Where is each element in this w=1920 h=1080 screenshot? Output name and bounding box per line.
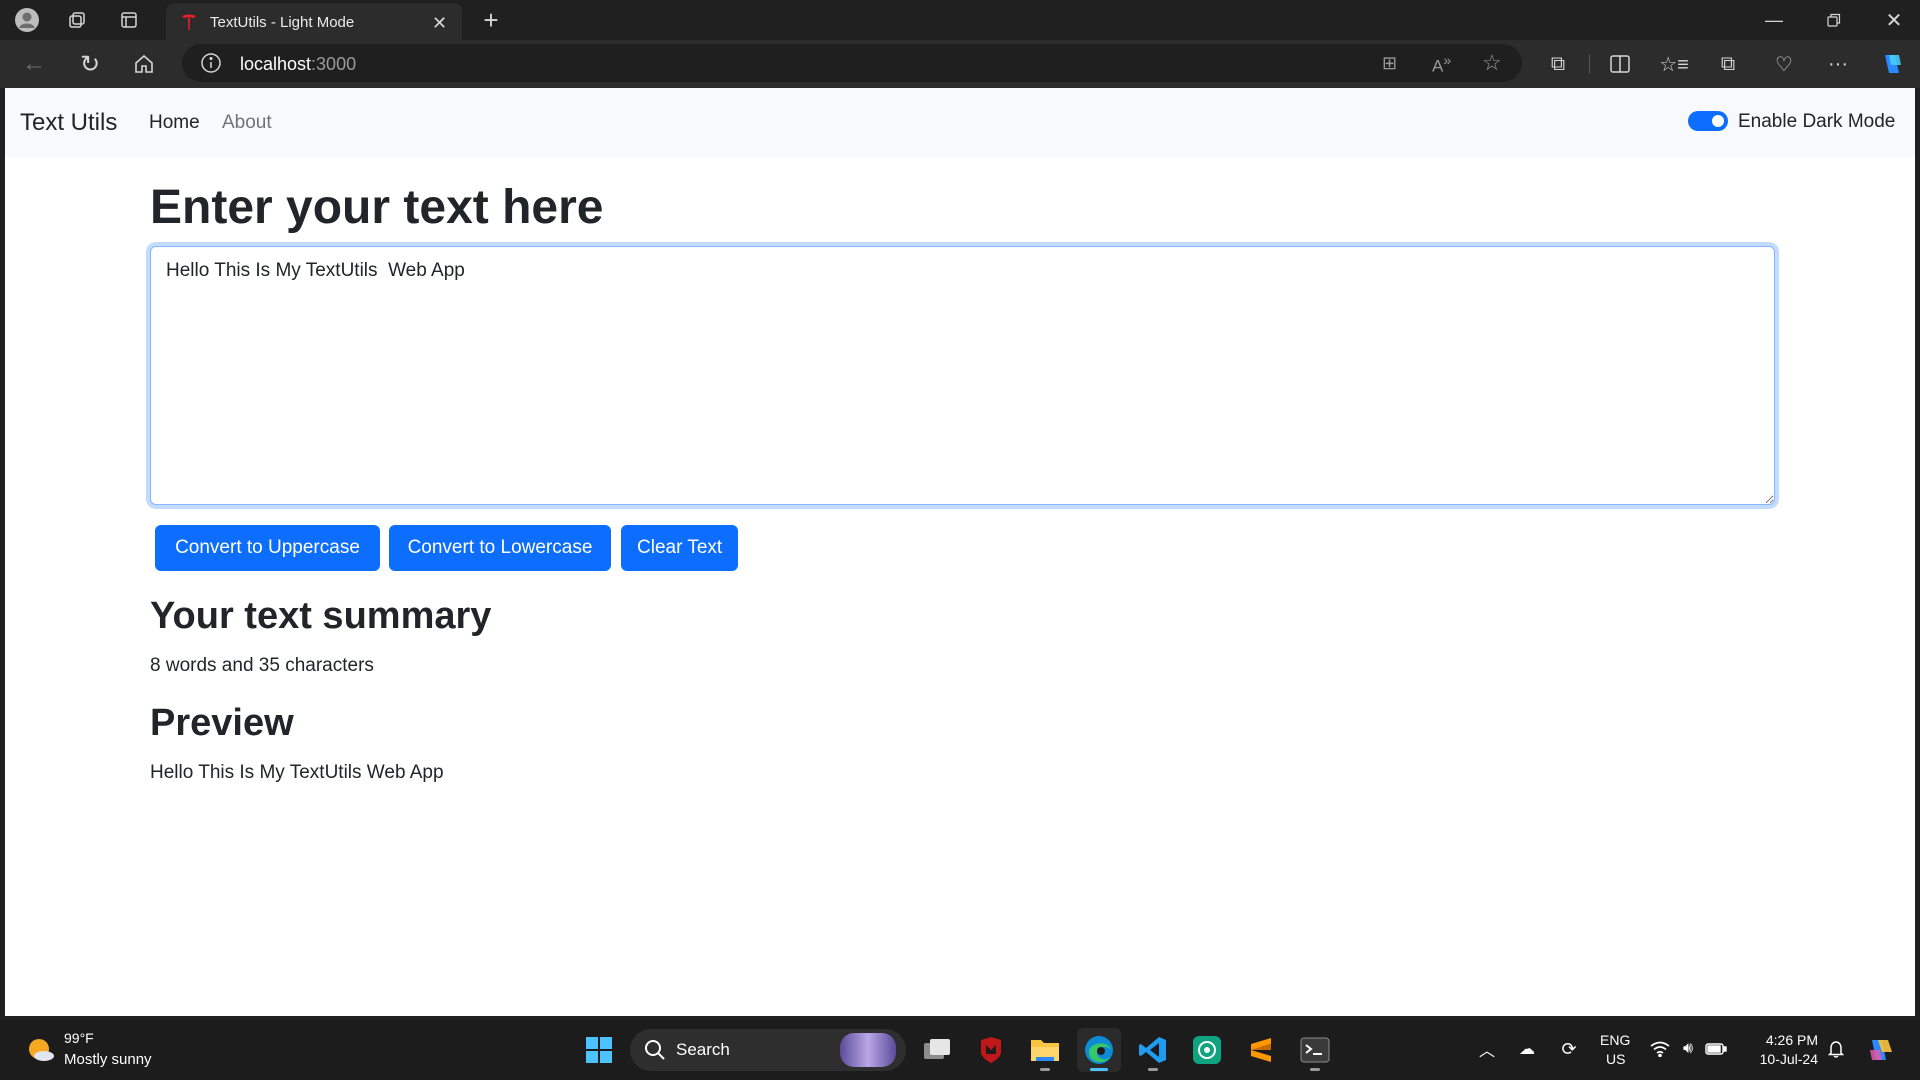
collections-icon[interactable]: ⧉	[1712, 48, 1744, 80]
wifi-icon[interactable]	[1648, 1038, 1672, 1060]
dark-mode-label[interactable]: Enable Dark Mode	[1738, 111, 1895, 133]
vscode-icon[interactable]	[1131, 1028, 1175, 1072]
search-icon	[644, 1039, 666, 1066]
address-bar[interactable]: localhost:3000 ⊞ A» ☆	[182, 44, 1522, 82]
active-app-indicator	[1090, 1068, 1108, 1071]
sublime-icon[interactable]	[1239, 1028, 1283, 1072]
favorite-star-icon[interactable]: ☆	[1482, 50, 1502, 76]
favorites-icon[interactable]: ☆≡	[1658, 48, 1690, 80]
nav-link-home[interactable]: Home	[149, 112, 200, 134]
file-explorer-icon[interactable]	[1023, 1028, 1067, 1072]
terminal-icon[interactable]	[1293, 1028, 1337, 1072]
browser-essentials-icon[interactable]: ♡	[1768, 48, 1800, 80]
language-code: ENG	[1600, 1032, 1631, 1048]
dark-mode-toggle[interactable]	[1688, 111, 1728, 131]
browser-tab-bar: TextUtils - Light Mode ✕ + — ✕	[0, 0, 1920, 40]
url-text: localhost:3000	[240, 54, 357, 74]
toggle-knob	[1712, 115, 1724, 127]
notification-bell-icon[interactable]	[1825, 1038, 1847, 1060]
refresh-icon[interactable]: ↻	[74, 48, 106, 80]
clock-time: 4:26 PM	[1765, 1032, 1818, 1048]
battery-icon[interactable]	[1704, 1038, 1728, 1060]
tesla-favicon-icon	[180, 13, 198, 36]
extensions-icon[interactable]: ⧉	[1542, 48, 1574, 80]
convert-uppercase-button[interactable]: Convert to Uppercase	[155, 525, 380, 571]
copilot-icon[interactable]	[1876, 48, 1908, 80]
mcafee-icon[interactable]	[969, 1028, 1013, 1072]
show-hidden-icons-chevron-icon[interactable]: ︿	[1476, 1038, 1498, 1060]
weather-widget[interactable]: 99°F Mostly sunny	[20, 1026, 170, 1074]
start-button[interactable]	[577, 1028, 621, 1072]
restore-icon[interactable]	[1814, 6, 1854, 34]
split-screen-icon[interactable]	[1604, 48, 1636, 80]
clock[interactable]: 4:26 PM 10-Jul-24	[1744, 1030, 1824, 1070]
page-heading: Enter your text here	[150, 181, 604, 234]
summary-heading: Your text summary	[150, 595, 492, 637]
close-tab-icon[interactable]: ✕	[432, 13, 447, 34]
nav-link-about[interactable]: About	[222, 112, 272, 134]
running-indicator	[1148, 1068, 1158, 1071]
tab-title: TextUtils - Light Mode	[210, 14, 355, 31]
language-indicator[interactable]: ENG US	[1596, 1030, 1636, 1070]
search-label: Search	[676, 1040, 730, 1059]
back-icon[interactable]: ←	[18, 48, 50, 80]
weather-description: Mostly sunny	[64, 1051, 152, 1068]
taskbar: 99°F Mostly sunny Search ︿ ☁ ⟳ ENG US 🔊︎…	[0, 1020, 1920, 1080]
home-icon[interactable]	[128, 48, 160, 80]
preview-heading: Preview	[150, 702, 294, 744]
navbar: Text Utils Home About Enable Dark Mode	[5, 88, 1915, 157]
app-available-icon[interactable]: ⊞	[1382, 53, 1397, 74]
site-info-icon[interactable]	[200, 52, 222, 79]
toolbar-divider	[1589, 54, 1590, 74]
onedrive-offline-icon[interactable]: ☁	[1514, 1038, 1540, 1060]
running-indicator	[1040, 1068, 1050, 1071]
chatgpt-icon[interactable]	[1185, 1028, 1229, 1072]
text-input[interactable]	[150, 246, 1775, 505]
active-tab[interactable]: TextUtils - Light Mode ✕	[166, 3, 462, 40]
profile-avatar-icon[interactable]	[12, 5, 42, 35]
summary-text: 8 words and 35 characters	[150, 655, 374, 676]
convert-lowercase-button[interactable]: Convert to Lowercase	[389, 525, 611, 571]
weather-temperature: 99°F	[64, 1030, 94, 1046]
more-options-icon[interactable]: ···	[1822, 48, 1854, 80]
clear-text-button[interactable]: Clear Text	[621, 525, 738, 571]
vertical-tabs-icon[interactable]	[114, 6, 144, 34]
navbar-brand[interactable]: Text Utils	[20, 109, 117, 137]
volume-icon[interactable]: 🔊︎	[1676, 1038, 1700, 1060]
new-tab-icon[interactable]: +	[476, 5, 506, 35]
read-aloud-icon[interactable]: A»	[1432, 53, 1451, 77]
preview-text: Hello This Is My TextUtils Web App	[150, 762, 444, 783]
edge-icon[interactable]	[1077, 1028, 1121, 1072]
keyboard-region: US	[1606, 1051, 1626, 1067]
task-view-icon[interactable]	[915, 1028, 959, 1072]
clock-date: 10-Jul-24	[1759, 1051, 1818, 1067]
minimize-icon[interactable]: —	[1754, 6, 1794, 34]
page-viewport: Text Utils Home About Enable Dark Mode E…	[5, 88, 1915, 1016]
close-window-icon[interactable]: ✕	[1874, 6, 1914, 34]
address-toolbar: ← ↻ localhost:3000 ⊞ A» ☆ ⧉ ☆≡ ⧉ ♡ ···	[0, 40, 1920, 88]
workspaces-icon[interactable]	[62, 6, 92, 34]
search-highlight-image	[840, 1033, 896, 1067]
taskbar-search[interactable]: Search	[630, 1029, 906, 1071]
running-indicator	[1310, 1068, 1320, 1071]
weather-sun-icon	[26, 1036, 56, 1069]
copilot-taskbar-icon[interactable]	[1864, 1034, 1898, 1066]
sync-icon[interactable]: ⟳	[1556, 1038, 1582, 1060]
